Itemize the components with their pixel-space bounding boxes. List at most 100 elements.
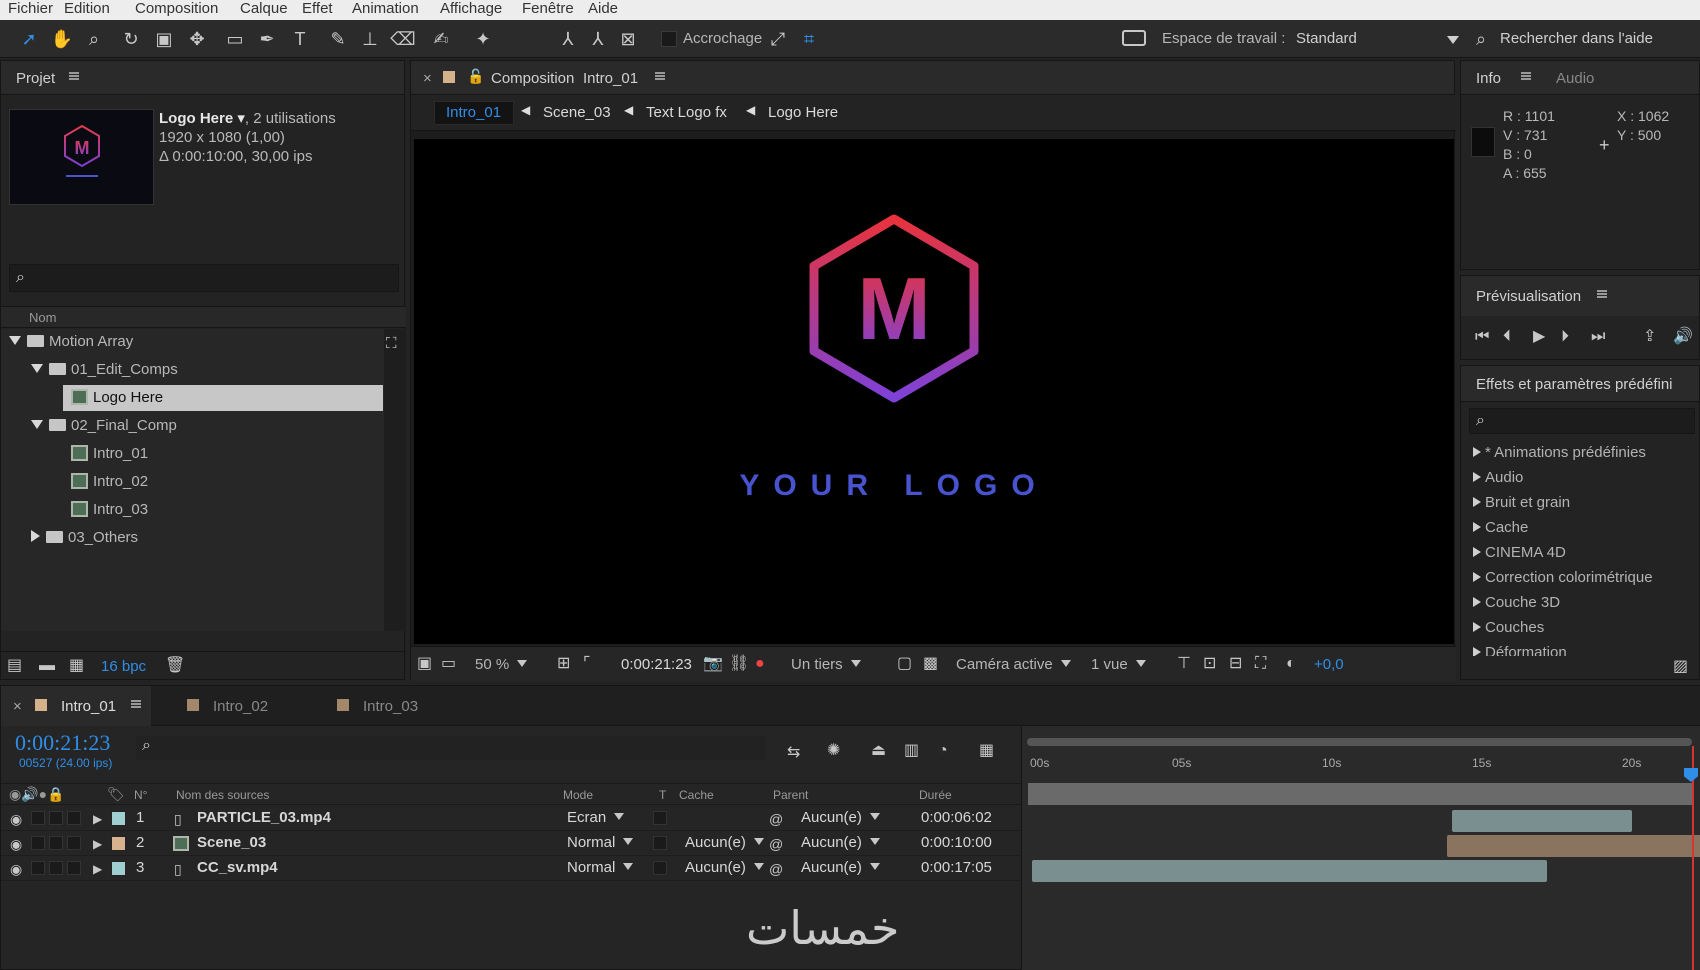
timeline-search-input[interactable]: ⌕	[136, 736, 766, 760]
project-tab[interactable]: Projet	[16, 70, 55, 87]
snap-option-icon[interactable]: ⤢	[765, 26, 791, 52]
expand-arrow-icon[interactable]	[9, 336, 21, 345]
camera-tool-icon[interactable]: ▣	[151, 26, 177, 52]
menu-composition[interactable]: Composition	[135, 0, 218, 17]
audio-toggle[interactable]	[31, 811, 45, 825]
flowchart-icon[interactable]: ⛶	[386, 335, 397, 352]
lock-toggle[interactable]	[67, 861, 81, 875]
menu-fenetre[interactable]: Fenêtre	[522, 0, 574, 17]
interpret-footage-icon[interactable]: ▤	[7, 657, 22, 675]
breadcrumb-logo-here[interactable]: Logo Here	[768, 104, 838, 121]
visibility-eye-icon[interactable]: ◉	[10, 810, 22, 828]
close-icon[interactable]: ×	[423, 70, 432, 87]
rectangle-tool-icon[interactable]: ▭	[222, 26, 248, 52]
preserve-transparency-toggle[interactable]	[653, 811, 667, 825]
audio-toggle[interactable]	[31, 836, 45, 850]
t-column-header[interactable]: T	[659, 788, 666, 802]
collapse-arrow-icon[interactable]	[31, 530, 40, 542]
loop-icon[interactable]: ⇪	[1643, 328, 1656, 346]
next-frame-icon[interactable]: ⏵	[1561, 328, 1569, 346]
timeline-icon[interactable]: ⊟	[1229, 655, 1242, 673]
solo-toggle[interactable]	[49, 836, 63, 850]
first-frame-icon[interactable]: ⏮	[1475, 328, 1489, 346]
delete-icon[interactable]: 🗑	[165, 657, 185, 675]
transparency-grid-icon[interactable]: ▩	[923, 655, 938, 673]
tree-item-intro-03[interactable]: Intro_03	[71, 497, 148, 523]
exposure-value[interactable]: +0,0	[1314, 656, 1344, 673]
help-search-input[interactable]: Rechercher dans l'aide	[1500, 30, 1653, 47]
breadcrumb-intro-01[interactable]: Intro_01	[446, 104, 501, 121]
pickwhip-icon[interactable]: @	[769, 810, 783, 828]
layer-duration[interactable]: 0:00:10:00	[921, 834, 992, 851]
solo-toggle[interactable]	[49, 861, 63, 875]
audio-toggle[interactable]	[31, 861, 45, 875]
layer-bar[interactable]	[1032, 860, 1547, 882]
audio-mute-icon[interactable]: 🔊	[1673, 328, 1693, 346]
menu-fichier[interactable]: Fichier	[8, 0, 53, 17]
tree-item-02-final-comp[interactable]: 02_Final_Comp	[31, 413, 177, 439]
audio-tab[interactable]: Audio	[1556, 70, 1594, 87]
menu-aide[interactable]: Aide	[588, 0, 618, 17]
new-composition-icon[interactable]: ▦	[69, 657, 84, 675]
pickwhip-icon[interactable]: @	[769, 835, 783, 853]
hand-tool-icon[interactable]: ✋	[49, 26, 75, 52]
tree-item-logo-here[interactable]: Logo Here	[63, 385, 383, 411]
blend-mode-select[interactable]: Normal	[567, 834, 633, 851]
time-ruler[interactable]: 00s 05s 10s 15s 20s	[1022, 751, 1700, 781]
timeline-tab-intro-02[interactable]: Intro_02	[213, 698, 268, 715]
label-color-chip[interactable]	[111, 861, 126, 876]
effect-category-channels[interactable]: Couches	[1473, 619, 1544, 636]
effect-category-presets[interactable]: * Animations prédéfinies	[1473, 444, 1646, 461]
layer-duration[interactable]: 0:00:06:02	[921, 809, 992, 826]
menu-calque[interactable]: Calque	[240, 0, 288, 17]
blend-mode-select[interactable]: Normal	[567, 859, 633, 876]
tree-item-intro-01[interactable]: Intro_01	[71, 441, 148, 467]
timeline-tab-intro-03[interactable]: Intro_03	[363, 698, 418, 715]
lock-icon[interactable]: 🔓	[467, 68, 484, 85]
composition-menu-icon[interactable]	[655, 72, 665, 80]
composition-viewer[interactable]: M YOUR LOGO	[414, 139, 1454, 644]
preserve-transparency-toggle[interactable]	[653, 861, 667, 875]
name-column-header[interactable]: Nom	[29, 310, 56, 325]
shy-layers-icon[interactable]: ⏏	[871, 742, 886, 760]
preview-menu-icon[interactable]	[1597, 290, 1607, 298]
motion-blur-icon[interactable]: ◔	[938, 742, 948, 760]
solo-toggle[interactable]	[49, 811, 63, 825]
num-column-header[interactable]: N°	[134, 788, 147, 802]
timeline-timecode[interactable]: 0:00:21:23	[15, 730, 110, 756]
expand-arrow-icon[interactable]	[31, 364, 43, 373]
effects-search-input[interactable]: ⌕	[1469, 408, 1695, 434]
workspace-select[interactable]: Standard	[1296, 30, 1357, 47]
pixel-aspect-icon[interactable]: ⊤	[1177, 655, 1191, 673]
brush-tool-icon[interactable]: ✎	[325, 26, 351, 52]
region-of-interest-icon[interactable]: ▢	[897, 655, 912, 673]
layer-name[interactable]: Scene_03	[197, 834, 266, 851]
parent-select[interactable]: Aucun(e)	[801, 809, 880, 826]
timeline-tab-intro-01[interactable]: Intro_01	[61, 698, 116, 715]
expand-arrow-icon[interactable]: ▶	[93, 835, 102, 853]
effect-category-color-correction[interactable]: Correction colorimétrique	[1473, 569, 1653, 586]
effect-category-cinema4d[interactable]: CINEMA 4D	[1473, 544, 1566, 561]
duration-column-header[interactable]: Durée	[919, 788, 952, 802]
play-icon[interactable]: ▶	[1533, 328, 1545, 346]
monitor-icon[interactable]: ▭	[441, 655, 456, 673]
mask-visibility-icon[interactable]: ⌜	[583, 655, 591, 673]
workspace-dropdown-icon[interactable]	[1447, 36, 1459, 44]
parent-select[interactable]: Aucun(e)	[801, 834, 880, 851]
composition-name[interactable]: Intro_01	[583, 70, 638, 87]
draft-3d-icon[interactable]: ✺	[827, 742, 840, 760]
show-snapshot-icon[interactable]: ⛓	[729, 655, 749, 673]
breadcrumb-text-logo-fx[interactable]: Text Logo fx	[646, 104, 727, 121]
snap-target-icon[interactable]: ⌗	[796, 26, 822, 52]
anchor-tool-icon[interactable]: ✥	[184, 26, 210, 52]
rotate-tool-icon[interactable]: ↻	[118, 26, 144, 52]
tree-item-intro-02[interactable]: Intro_02	[71, 469, 148, 495]
effect-category-distort[interactable]: Déformation	[1473, 644, 1567, 656]
track-matte-select[interactable]: Aucun(e)	[685, 859, 764, 876]
visibility-eye-icon[interactable]: ◉	[10, 860, 22, 878]
fast-preview-icon[interactable]: ⊡	[1203, 655, 1216, 673]
layer-bar[interactable]	[1452, 810, 1632, 832]
eraser-tool-icon[interactable]: ⌫	[390, 26, 416, 52]
lock-toggle[interactable]	[67, 811, 81, 825]
pickwhip-icon[interactable]: @	[769, 860, 783, 878]
